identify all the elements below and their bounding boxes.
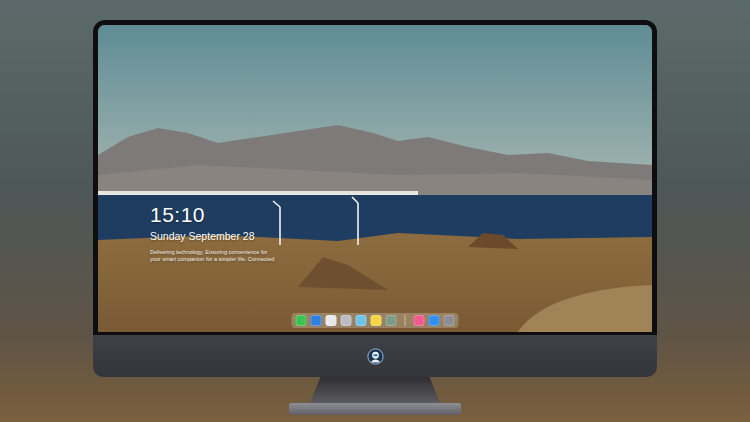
monitor-stand: [310, 377, 440, 403]
clock-date: Sunday September 28: [150, 230, 274, 244]
brand-logo-icon: [367, 348, 384, 365]
monitor-base: [289, 403, 461, 415]
screen: 15:10 Sunday September 28 Delivering tec…: [93, 20, 657, 335]
monitor-chin: [93, 335, 657, 377]
app-icon[interactable]: [296, 315, 307, 326]
desktop-mockup: 15:10 Sunday September 28 Delivering tec…: [0, 0, 750, 415]
app-icon[interactable]: [371, 315, 382, 326]
dock: [292, 313, 459, 328]
clock-time: 15:10: [150, 203, 274, 226]
caption-line: your smart companion for a simpler life.…: [150, 256, 274, 263]
app-icon[interactable]: [341, 315, 352, 326]
app-icon[interactable]: [429, 315, 440, 326]
monitor: 15:10 Sunday September 28 Delivering tec…: [93, 20, 657, 377]
app-icon[interactable]: [356, 315, 367, 326]
app-icon[interactable]: [386, 315, 397, 326]
app-icon[interactable]: [326, 315, 337, 326]
app-icon[interactable]: [444, 315, 455, 326]
caption-line: Delivering technology, Ensuring convenie…: [150, 249, 274, 256]
app-icon[interactable]: [414, 315, 425, 326]
lock-caption: Delivering technology, Ensuring convenie…: [150, 249, 274, 264]
app-icon[interactable]: [311, 315, 322, 326]
wallpaper-photo: [98, 25, 652, 332]
lock-info: 15:10 Sunday September 28 Delivering tec…: [150, 203, 274, 264]
dock-separator: [405, 315, 406, 326]
